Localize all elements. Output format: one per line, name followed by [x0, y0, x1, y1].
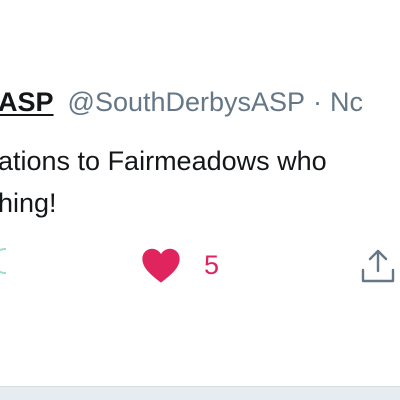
tweet-divider	[0, 386, 400, 400]
author-display-name[interactable]: ASP	[0, 87, 54, 117]
header-separator: ·	[313, 87, 323, 117]
tweet-body: ations to Fairmeadows who hing!	[0, 140, 400, 224]
tweet-header: ASP @SouthDerbysASP · Nc	[0, 84, 363, 120]
heart-icon[interactable]	[140, 246, 182, 284]
author-handle[interactable]: @SouthDerbysASP	[68, 87, 306, 117]
share-icon[interactable]	[356, 244, 400, 288]
like-button[interactable]: 5	[140, 246, 219, 284]
tweet-date[interactable]: Nc	[330, 87, 363, 117]
tweet-text-line-1: ations to Fairmeadows who	[0, 146, 327, 176]
tweet-actions: 5	[0, 240, 400, 290]
tweet-screenshot: ASP @SouthDerbysASP · Nc ations to Fairmead…	[0, 0, 400, 400]
reply-icon[interactable]	[0, 248, 6, 278]
like-count: 5	[204, 250, 220, 280]
tweet-text-line-2: hing!	[0, 188, 57, 218]
